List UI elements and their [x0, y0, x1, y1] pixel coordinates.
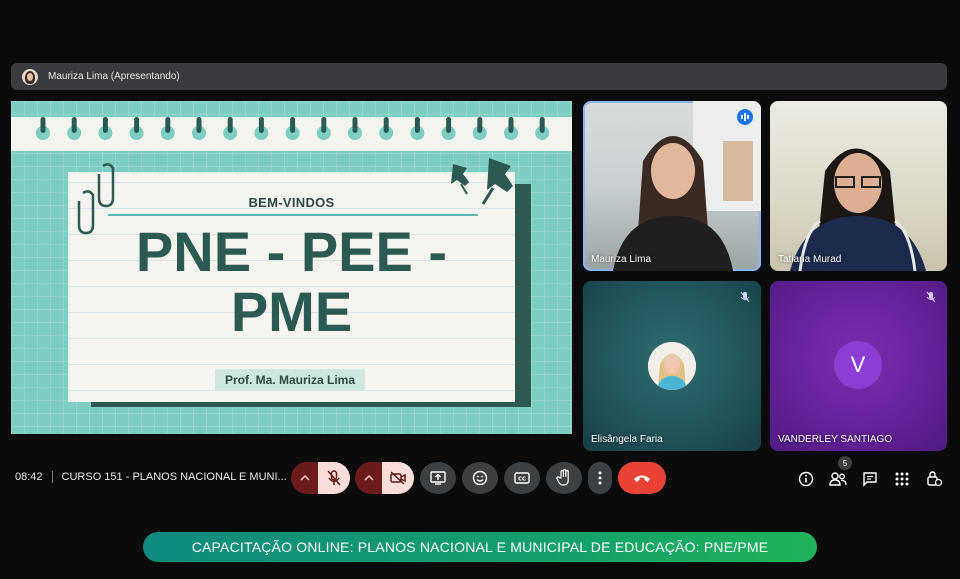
more-options-button[interactable] [588, 462, 612, 494]
people-icon [829, 472, 847, 486]
participant-tile-tatiana[interactable]: Tatiana Murad [770, 101, 947, 271]
speaking-icon [737, 109, 753, 125]
info-icon [798, 471, 814, 487]
participant-tile-elisangela[interactable]: Elisângela Faria [583, 281, 761, 451]
people-button[interactable] [827, 468, 849, 490]
spiral-ring [71, 117, 77, 133]
presenter-label: Mauriza Lima (Apresentando) [48, 71, 180, 82]
present-screen-icon [430, 471, 446, 485]
meeting-info: 08:42 CURSO 151 - PLANOS NACIONAL E MUNI… [15, 471, 287, 483]
slide-title: PNE - PEE - PME [68, 222, 515, 342]
participant-initial-avatar: V [834, 341, 882, 389]
welcome-underline [108, 214, 478, 216]
emoji-icon [472, 470, 488, 486]
apps-grid-icon [895, 472, 909, 486]
spiral-ring [383, 117, 389, 133]
spiral-ring [40, 117, 46, 133]
meeting-title: CURSO 151 - PLANOS NACIONAL E MUNI... [61, 471, 287, 483]
participant-name: VANDERLEY SANTIAGO [778, 434, 893, 445]
host-controls-button[interactable] [923, 468, 945, 490]
captions-button[interactable]: CC [504, 462, 540, 494]
participant-tile-mauriza[interactable]: Mauriza Lima [583, 101, 761, 271]
spiral-rings [36, 117, 550, 140]
mic-muted-icon [737, 289, 753, 305]
chat-button[interactable] [859, 468, 881, 490]
mic-toggle-button[interactable] [318, 462, 350, 494]
participant-tile-vanderley[interactable]: V VANDERLEY SANTIAGO [770, 281, 947, 451]
svg-text:CC: CC [518, 477, 526, 483]
spiral-ring [196, 117, 202, 133]
participant-avatar [648, 342, 696, 390]
spiral-ring [446, 117, 452, 133]
meeting-time: 08:42 [15, 471, 43, 483]
mic-off-icon [327, 470, 341, 486]
spiral-ring [290, 117, 296, 133]
captions-icon: CC [514, 472, 530, 484]
more-vert-icon [598, 471, 602, 485]
paperclip-icon [77, 163, 115, 235]
divider [51, 471, 53, 483]
spiral-ring [258, 117, 264, 133]
chevron-up-icon [300, 474, 310, 481]
spiral-ring [321, 117, 327, 133]
presenter-bar: Mauriza Lima (Apresentando) [11, 63, 947, 90]
spiral-ring [227, 117, 233, 133]
participant-video [613, 101, 761, 271]
spiral-ring [102, 117, 108, 133]
spiral-ring [539, 117, 545, 133]
spiral-ring [352, 117, 358, 133]
camera-off-icon [390, 471, 406, 485]
participant-name: Elisângela Faria [591, 434, 663, 445]
activities-button[interactable] [891, 468, 913, 490]
lock-person-icon [927, 471, 942, 487]
shared-slide: BEM-VINDOS PNE - PEE - PME Prof. Ma. Mau… [11, 101, 572, 434]
spiral-ring [414, 117, 420, 133]
spiral-ring [477, 117, 483, 133]
pushpin-icon [451, 158, 513, 205]
reactions-button[interactable] [462, 462, 498, 494]
raise-hand-button[interactable] [546, 462, 582, 494]
audio-options-button[interactable] [291, 462, 319, 494]
participant-video [790, 148, 926, 271]
participant-name: Mauriza Lima [591, 254, 652, 265]
camera-toggle-button[interactable] [382, 462, 414, 494]
spiral-ring [134, 117, 140, 133]
present-screen-button[interactable] [420, 462, 456, 494]
end-call-icon [634, 475, 650, 482]
slide-title-line2: PME [230, 280, 353, 343]
slide-title-line1: PNE - PEE - [135, 220, 448, 283]
video-options-button[interactable] [355, 462, 383, 494]
participant-name: Tatiana Murad [778, 254, 842, 265]
meeting-details-button[interactable] [795, 468, 817, 490]
chat-icon [863, 472, 877, 487]
presenter-avatar [22, 68, 38, 85]
leave-call-button[interactable] [618, 462, 666, 494]
spiral-ring [508, 117, 514, 133]
mic-muted-icon [923, 289, 939, 305]
slide-author: Prof. Ma. Mauriza Lima [215, 369, 365, 390]
hand-icon [556, 469, 569, 486]
spiral-ring [165, 117, 171, 133]
course-banner: CAPACITAÇÃO ONLINE: PLANOS NACIONAL E MU… [143, 532, 817, 562]
chevron-up-icon [364, 474, 374, 481]
